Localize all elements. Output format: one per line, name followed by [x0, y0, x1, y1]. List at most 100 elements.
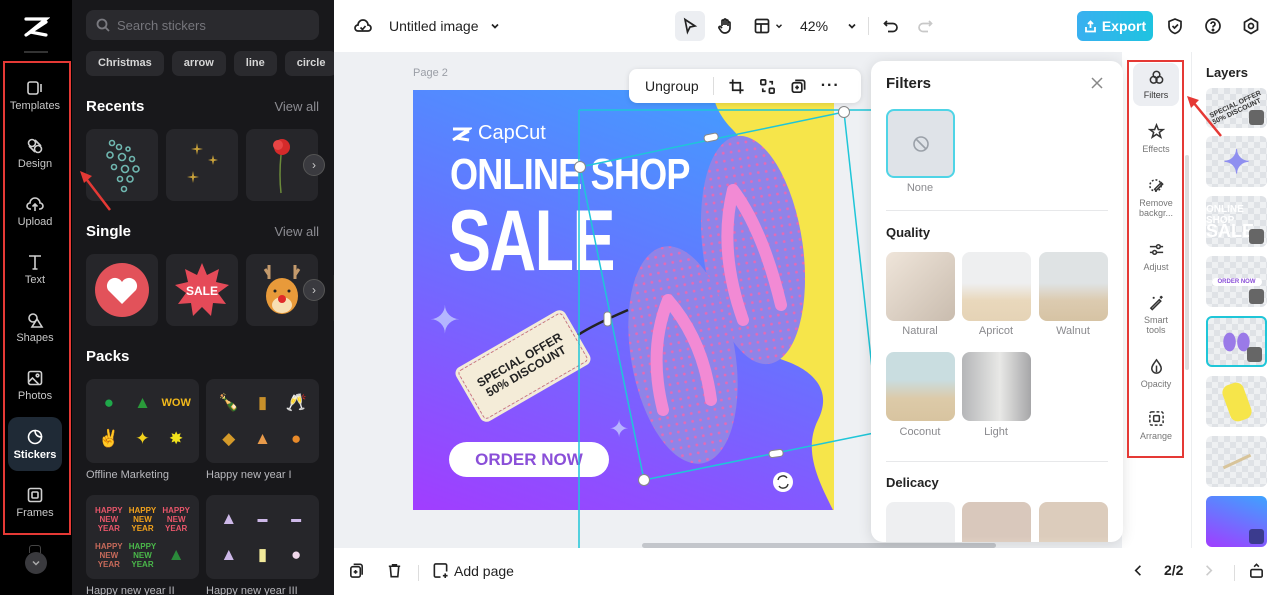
layer-item-headline[interactable]: ONLINE SHOP SALE [1206, 196, 1267, 247]
tool-filters[interactable]: Filters [1133, 63, 1179, 106]
help-button[interactable] [1201, 14, 1225, 38]
rail-item-design[interactable]: Design [8, 126, 62, 180]
filter-natural[interactable] [886, 252, 955, 321]
artboard[interactable]: CapCut ONLINE SHOP SALE ✦ ✦ SPECIAL OFFE… [413, 90, 834, 510]
chevron-down-icon [490, 23, 499, 29]
chip-arrow[interactable]: arrow [171, 51, 226, 76]
single-next-button[interactable]: › [303, 279, 325, 301]
chip-line[interactable]: line [233, 51, 277, 76]
rail-item-stickers[interactable]: Stickers [8, 417, 62, 471]
tool-remove-background[interactable]: Remove backgr... [1133, 177, 1179, 218]
layer-item-order-button[interactable]: ORDER NOW [1206, 256, 1267, 307]
search-stickers-input[interactable] [117, 17, 307, 33]
layout-icon [754, 18, 769, 34]
search-icon [96, 18, 110, 32]
sticker-bubbles[interactable] [86, 129, 158, 201]
more-options-button[interactable]: ··· [821, 77, 840, 95]
document-title-dropdown[interactable]: Untitled image [389, 16, 501, 36]
layer-item-yellow-blob[interactable] [1206, 376, 1267, 427]
more-tools-button[interactable] [25, 552, 47, 574]
layer-item-background[interactable] [1206, 496, 1267, 547]
capcut-brand[interactable]: CapCut [450, 122, 546, 145]
special-offer-tag[interactable]: SPECIAL OFFER 50% DISCOUNT [453, 305, 593, 427]
delete-page-button[interactable] [386, 562, 403, 579]
tool-adjust[interactable]: Adjust [1133, 241, 1179, 272]
add-page-button[interactable]: Add page [432, 562, 514, 579]
layer-item-tag-string[interactable] [1206, 436, 1267, 487]
capcut-editor: Templates Design Upload Text Shapes Phot… [0, 0, 1280, 595]
next-page-button[interactable] [1200, 562, 1217, 579]
duplicate-page-button[interactable] [348, 562, 365, 579]
chevron-left-icon [1134, 565, 1141, 576]
sticker-sparkles[interactable] [166, 129, 238, 201]
crop-icon[interactable] [728, 78, 745, 95]
zoom-level-dropdown[interactable]: 42% [800, 11, 858, 41]
tool-effects[interactable]: Effects [1133, 123, 1179, 154]
trash-icon [388, 564, 401, 578]
undo-button[interactable] [878, 11, 904, 41]
tool-label: Arrange [1139, 431, 1173, 441]
filter-delicacy-1[interactable] [886, 502, 955, 542]
export-button[interactable]: Export [1077, 11, 1153, 41]
filter-coconut[interactable] [886, 352, 955, 421]
cloud-sync-button[interactable] [352, 16, 374, 36]
search-stickers-field[interactable] [86, 10, 319, 40]
order-now-button[interactable]: ORDER NOW [449, 442, 609, 477]
pack-happy-new-year-1[interactable]: 🍾 ▮ 🥂 ◆ ▲ ● [206, 379, 319, 463]
hand-icon [718, 18, 731, 34]
rail-item-photos[interactable]: Photos [8, 358, 62, 412]
rail-item-text[interactable]: Text [8, 242, 62, 296]
settings-button[interactable] [1239, 14, 1263, 38]
chevron-down-icon [848, 23, 856, 29]
ungroup-button[interactable]: Ungroup [639, 78, 699, 94]
previous-page-button[interactable] [1130, 562, 1147, 579]
flip-flops-image[interactable] [613, 130, 813, 470]
pack-label: Happy new year II [86, 585, 175, 595]
rail-item-frames[interactable]: Frames [8, 475, 62, 529]
sticker-sale[interactable]: SALE [166, 254, 238, 326]
shield-check-icon [1168, 18, 1182, 35]
redo-button[interactable] [912, 11, 938, 41]
filter-label: Apricot [978, 325, 1014, 337]
sparkle-icon[interactable]: ✦ [429, 298, 461, 343]
rail-item-upload[interactable]: Upload [8, 184, 62, 238]
hand-tool-button[interactable] [710, 11, 740, 41]
page-panel-toggle-button[interactable] [1248, 562, 1265, 579]
capcut-logo-icon[interactable] [22, 14, 50, 40]
tool-smart-tools[interactable]: Smart tools [1133, 294, 1179, 335]
single-view-all-link[interactable]: View all [274, 224, 319, 239]
close-icon[interactable] [1089, 75, 1105, 91]
rail-label: Stickers [13, 448, 57, 461]
rail-item-shapes[interactable]: Shapes [8, 300, 62, 354]
filter-none[interactable] [886, 109, 955, 178]
layer-item-sparkle[interactable]: ✦ [1206, 136, 1267, 187]
filter-light[interactable] [962, 352, 1031, 421]
pack-happy-new-year-3[interactable]: ▲ ▬ ▬ ▲ ▮ ● [206, 495, 319, 579]
tool-opacity[interactable]: Opacity [1133, 358, 1179, 389]
recents-next-button[interactable]: › [303, 154, 325, 176]
layer-item-tag[interactable]: SPECIAL OFFER 50% DISCOUNT [1206, 88, 1267, 128]
tools-scrollbar[interactable] [1185, 155, 1189, 370]
recents-view-all-link[interactable]: View all [274, 99, 319, 114]
sticker-heart[interactable] [86, 254, 158, 326]
layer-item-flip-flops[interactable]: ⬮⬮ [1206, 316, 1267, 367]
tool-arrange[interactable]: Arrange [1133, 410, 1179, 441]
filter-apricot[interactable] [962, 252, 1031, 321]
layout-dropdown-button[interactable] [748, 11, 788, 41]
duplicate-icon[interactable] [790, 78, 807, 95]
filter-delicacy-2[interactable] [962, 502, 1031, 542]
top-toolbar: Untitled image 42% Export [334, 0, 1280, 52]
security-button[interactable] [1163, 14, 1187, 38]
select-tool-button[interactable] [675, 11, 705, 41]
sale-burst-sticker-icon: SALE [175, 263, 229, 316]
chip-christmas[interactable]: Christmas [86, 51, 164, 76]
filter-delicacy-3[interactable] [1039, 502, 1108, 542]
chip-circle[interactable]: circle [284, 51, 334, 76]
pack-offline-marketing[interactable]: ● ▲ WOW ✌ ✦ ✸ [86, 379, 199, 463]
replace-icon[interactable] [759, 78, 776, 95]
headline-sale[interactable]: SALE [448, 192, 616, 291]
text-icon [29, 254, 41, 270]
rail-item-templates[interactable]: Templates [8, 68, 62, 122]
pack-happy-new-year-2[interactable]: HAPPY NEW YEAR HAPPY NEW YEAR HAPPY NEW YE… [86, 495, 199, 579]
filter-walnut[interactable] [1039, 252, 1108, 321]
